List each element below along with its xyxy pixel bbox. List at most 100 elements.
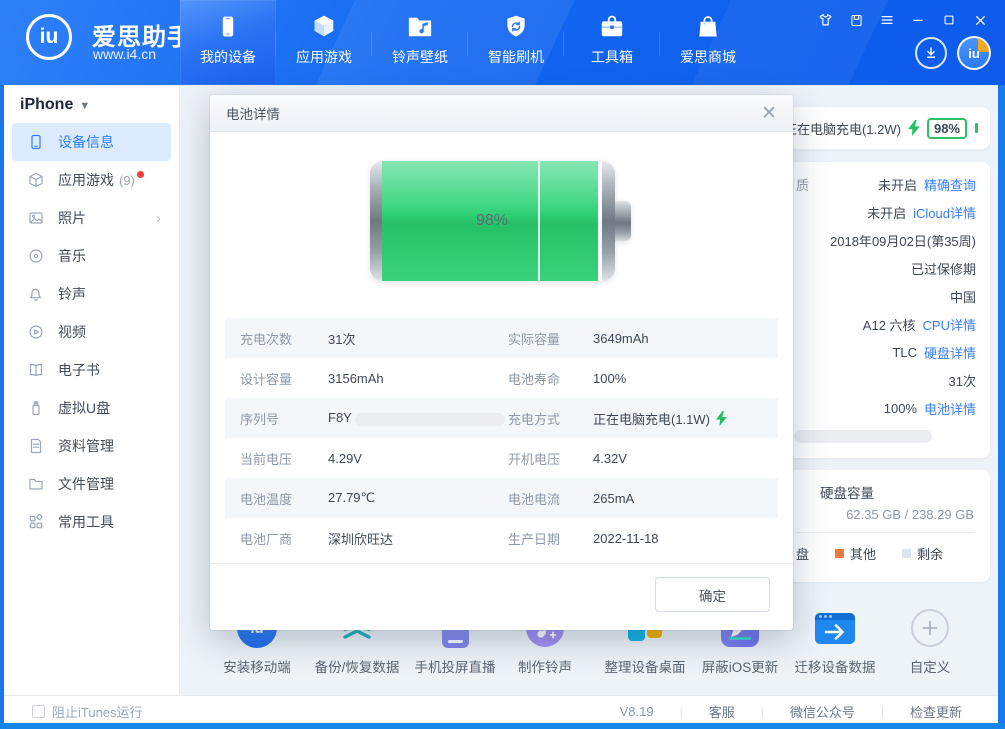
nav-apps-games[interactable]: 应用游戏 [276,0,372,85]
sidebar-item-label: 照片 [58,208,86,228]
row-label: 生产日期 [508,529,593,548]
disk-usage: 62.35 GB / 238.29 GB [846,507,974,522]
sidebar-item-音乐[interactable]: 音乐 [12,237,171,275]
row-value: 27.79℃ [328,490,508,506]
row-label: 充电方式 [508,409,593,428]
ok-button[interactable]: 确定 [655,577,770,612]
sidebar-item-常用工具[interactable]: 常用工具 [12,503,171,541]
sidebar-item-label: 资料管理 [58,436,114,456]
row-value: 3156mAh [328,371,508,386]
nav-ringtone-wallpaper[interactable]: 铃声壁纸 [372,0,468,85]
row-label: 开机电压 [508,449,593,468]
brand-url: www.i4.cn [93,46,156,62]
sidebar-item-铃声[interactable]: 铃声 [12,275,171,313]
charging-bolt-icon [716,411,727,426]
sidebar-item-虚拟U盘[interactable]: 虚拟U盘 [12,389,171,427]
divider [796,532,974,533]
battery-percent-badge: 98% [927,118,967,139]
info-value: A12 六核 [863,315,916,334]
info-link[interactable]: CPU详情 [923,315,976,334]
block-itunes-checkbox[interactable]: 阻止iTunes运行 [32,702,143,721]
modal-titlebar: 电池详情 ✕ [210,95,793,132]
tool-自定义[interactable]: 自定义 [868,606,992,676]
sidebar-item-label: 虚拟U盘 [58,398,110,418]
usb-icon [28,400,45,417]
info-link[interactable]: 硬盘详情 [924,343,976,362]
close-button[interactable] [969,10,991,30]
sidebar-item-label: 视频 [58,322,86,342]
phone-icon [215,11,241,43]
checkbox-icon[interactable] [32,705,45,718]
sidebar-item-资料管理[interactable]: 资料管理 [12,427,171,465]
row-value: 31次 [328,329,508,348]
clipped-label: 质 [796,175,809,194]
legend-swatch [902,549,911,558]
book-icon [28,362,45,379]
row-value: 265mA [593,491,778,506]
sidebar-item-应用游戏[interactable]: 应用游戏 (9) [12,161,171,199]
info-link[interactable]: iCloud详情 [913,203,976,222]
battery-fill-area: 98% [382,161,602,281]
status-links: V8.19|客服|微信公众号|检查更新 [594,702,988,721]
row-value: 深圳欣旺达 [328,529,508,548]
close-icon[interactable]: ✕ [761,104,777,123]
sidebar-item-视频[interactable]: 视频 [12,313,171,351]
info-value: 31次 [949,371,976,390]
disk-title: 硬盘容量 [820,482,874,502]
sidebar-item-文件管理[interactable]: 文件管理 [12,465,171,503]
bell-icon [28,286,45,303]
sidebar-item-照片[interactable]: 照片› [12,199,171,237]
nav-smart-flash[interactable]: 智能刷机 [468,0,564,85]
battery-cap-right [602,161,615,281]
sidebar-item-设备信息[interactable]: 设备信息 [12,123,171,161]
info-link[interactable]: 电池详情 [924,399,976,418]
info-value: 100% [884,401,917,416]
battery-table-row: 设计容量3156mAh电池寿命100% [225,358,778,398]
sidebar-list: 设备信息 应用游戏(9) 照片› 音乐 铃声 视频 电子书 虚拟U盘 资料管理 … [4,123,179,541]
mini-mode-button[interactable] [845,10,867,30]
row-value: 3649mAh [593,331,778,346]
nav-label: 爱思商城 [680,47,736,67]
tool-label: 自定义 [868,656,992,676]
version-label: V8.19 [594,704,680,719]
app-header: iu 爱思助手 www.i4.cn 我的设备 应用游戏 铃声壁纸 智能刷机 工具… [0,0,1005,85]
item-count: (9) [119,173,135,188]
minimize-button[interactable] [907,10,929,30]
bag-icon [695,11,721,43]
status-link-微信公众号[interactable]: 微信公众号 [764,702,881,721]
nav-toolbox[interactable]: 工具箱 [564,0,660,85]
sidebar-item-电子书[interactable]: 电子书 [12,351,171,389]
nav-label: 铃声壁纸 [392,47,448,67]
legend-label: 剩余 [917,544,943,563]
cube-icon [28,172,45,189]
row-label: 充电次数 [240,329,328,348]
status-link-检查更新[interactable]: 检查更新 [884,702,988,721]
info-link[interactable]: 精确查询 [924,175,976,194]
legend-swatch [835,549,844,558]
theme-button[interactable] [814,10,836,30]
nav-my-device[interactable]: 我的设备 [180,0,276,85]
maximize-button[interactable] [938,10,960,30]
row-value: 4.29V [328,451,508,466]
row-value: 2022-11-18 [593,531,778,546]
battery-terminal [615,201,631,241]
account-badge[interactable]: iu [957,36,991,70]
legend-item: 剩余 [902,544,943,563]
nav-label: 工具箱 [591,47,633,67]
row-label: 实际容量 [508,329,593,348]
notification-dot [137,171,144,178]
row-label: 电池温度 [240,489,328,508]
status-link-客服[interactable]: 客服 [683,702,761,721]
nav-store[interactable]: 爱思商城 [660,0,756,85]
menu-button[interactable] [876,10,898,30]
chevron-down-icon: ▼ [79,100,90,112]
charging-status-text: 正在电脑充电(1.2W) [784,119,901,138]
row-label: 设计容量 [240,369,328,388]
sidebar: iPhone▼ 设备信息 应用游戏 (9) 照片› 音乐 铃声 视频 电子书 虚拟… [4,85,180,695]
device-selector[interactable]: iPhone▼ [20,96,90,114]
download-manager-button[interactable] [915,37,947,69]
sidebar-item-label: 应用游戏 [58,170,114,190]
app-window: iu 爱思助手 www.i4.cn 我的设备 应用游戏 铃声壁纸 智能刷机 工具… [0,0,1005,729]
battery-table-row: 当前电压4.29V开机电压4.32V [225,438,778,478]
row-value: F8Y [328,410,508,425]
